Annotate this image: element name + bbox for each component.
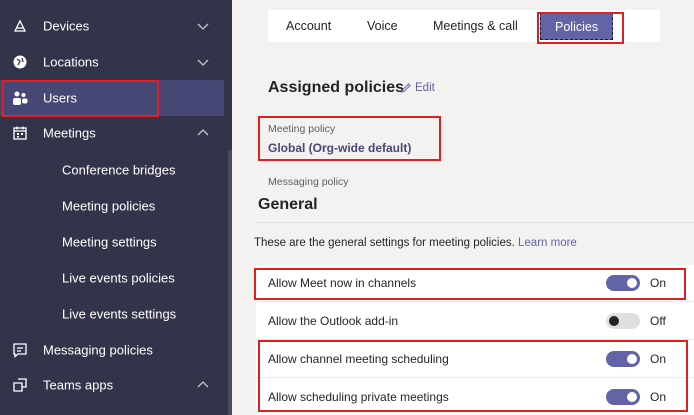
- sidebar-subitem-meeting-policies[interactable]: Meeting policies: [0, 188, 224, 224]
- sidebar-item-teams-apps[interactable]: Teams apps: [0, 367, 224, 403]
- sidebar-item-messaging-policies[interactable]: Messaging policies: [0, 332, 224, 368]
- edit-label: Edit: [415, 82, 435, 94]
- tab-voice[interactable]: Voice: [367, 10, 398, 42]
- sidebar-item-label: Devices: [43, 18, 90, 34]
- toggle-knob: [609, 316, 619, 326]
- main-content: Account Voice Meetings & call Policies A…: [232, 0, 694, 415]
- general-description: These are the general settings for meeti…: [254, 237, 577, 249]
- meeting-policy-label: Meeting policy: [268, 123, 336, 135]
- sidebar-item-label: Users: [43, 90, 77, 106]
- sidebar: Devices Locations Users Meetings Confere…: [0, 0, 232, 415]
- chevron-up-icon[interactable]: [196, 380, 210, 390]
- general-title: General: [258, 196, 318, 213]
- learn-more-link[interactable]: Learn more: [518, 237, 577, 249]
- devices-icon: [12, 18, 28, 34]
- divider: [256, 222, 694, 223]
- toggle-outlook-addin[interactable]: [606, 313, 640, 329]
- general-description-text: These are the general settings for meeti…: [254, 237, 515, 249]
- tab-meetings-call[interactable]: Meetings & call: [433, 10, 518, 42]
- chevron-down-icon[interactable]: [196, 21, 210, 31]
- setting-row-private-meetings: Allow scheduling private meetings On: [256, 379, 694, 415]
- tab-account[interactable]: Account: [286, 10, 331, 42]
- toggle-private-meetings[interactable]: [606, 389, 640, 405]
- sidebar-item-label: Locations: [43, 54, 99, 70]
- tab-policies[interactable]: Policies: [540, 12, 614, 40]
- users-icon: [12, 90, 28, 106]
- toggle-state: Off: [650, 314, 666, 328]
- setting-label: Allow scheduling private meetings: [268, 390, 449, 404]
- sidebar-item-devices[interactable]: Devices: [0, 8, 224, 44]
- globe-icon: [12, 54, 28, 70]
- tab-bar: Account Voice Meetings & call Policies: [268, 10, 660, 42]
- assigned-policies-title: Assigned policies: [268, 79, 405, 96]
- setting-row-channel-scheduling: Allow channel meeting scheduling On: [256, 341, 694, 378]
- sidebar-item-users[interactable]: Users: [0, 80, 224, 116]
- setting-label: Allow channel meeting scheduling: [268, 352, 449, 366]
- sidebar-subitem-live-events-settings[interactable]: Live events settings: [0, 296, 224, 332]
- toggle-meet-now[interactable]: [606, 275, 640, 291]
- sidebar-item-label: Conference bridges: [62, 162, 176, 178]
- chevron-up-icon[interactable]: [196, 128, 210, 138]
- meeting-policy-value[interactable]: Global (Org-wide default): [268, 141, 411, 155]
- sidebar-item-label: Messaging policies: [43, 342, 153, 358]
- toggle-channel-scheduling[interactable]: [606, 351, 640, 367]
- apps-icon: [12, 377, 28, 393]
- toggle-state: On: [650, 276, 667, 290]
- toggle-knob: [627, 354, 637, 364]
- edit-link[interactable]: Edit: [400, 82, 435, 94]
- toggle-knob: [627, 278, 637, 288]
- sidebar-item-label: Meeting settings: [62, 234, 157, 250]
- messaging-policy-label: Messaging policy: [268, 176, 349, 188]
- chevron-down-icon[interactable]: [196, 57, 210, 67]
- toggle-state: On: [650, 352, 667, 366]
- pencil-icon: [401, 83, 411, 93]
- sidebar-item-label: Meeting policies: [62, 198, 156, 214]
- setting-row-meet-now: Allow Meet now in channels On: [256, 265, 694, 302]
- toggle-state: On: [650, 390, 667, 404]
- sidebar-item-label: Live events policies: [62, 270, 175, 286]
- message-icon: [12, 342, 28, 358]
- sidebar-item-locations[interactable]: Locations: [0, 44, 224, 80]
- calendar-icon: [12, 125, 28, 141]
- setting-row-outlook-addin: Allow the Outlook add-in Off: [256, 303, 694, 340]
- sidebar-item-label: Meetings: [43, 125, 96, 141]
- setting-label: Allow the Outlook add-in: [268, 314, 399, 328]
- settings-list: Allow Meet now in channels On Allow the …: [256, 265, 694, 415]
- sidebar-item-label: Live events settings: [62, 306, 177, 322]
- sidebar-subitem-live-events-policies[interactable]: Live events policies: [0, 260, 224, 296]
- sidebar-subitem-conference-bridges[interactable]: Conference bridges: [0, 152, 224, 188]
- toggle-knob: [627, 392, 637, 402]
- sidebar-item-label: Teams apps: [43, 377, 114, 393]
- sidebar-item-meetings[interactable]: Meetings: [0, 115, 224, 151]
- setting-label: Allow Meet now in channels: [268, 276, 417, 290]
- sidebar-subitem-meeting-settings[interactable]: Meeting settings: [0, 224, 224, 260]
